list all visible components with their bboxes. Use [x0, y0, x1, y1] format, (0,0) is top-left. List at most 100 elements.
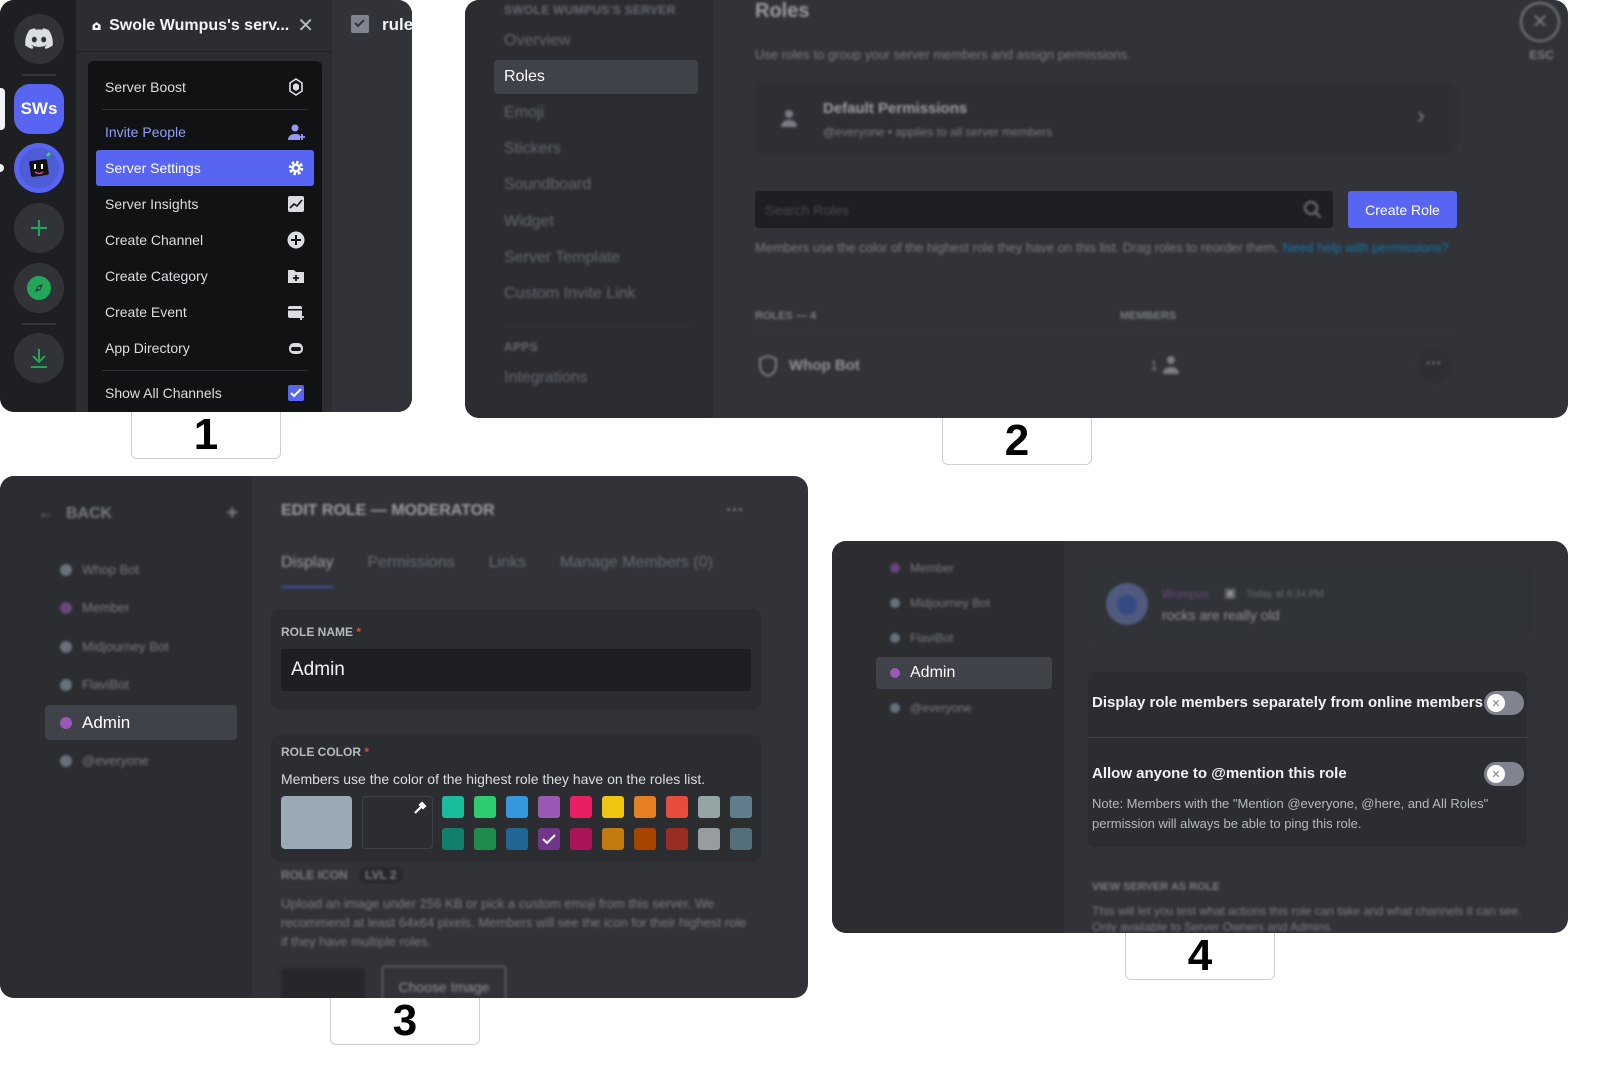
message-preview: Wumpus ▣ Today at 6:34 PM rocks are real…: [1088, 565, 1527, 653]
role-item-admin[interactable]: Admin: [45, 705, 237, 740]
custom-color-picker[interactable]: [362, 796, 433, 849]
server-icon-sws[interactable]: SWs: [14, 84, 64, 134]
color-swatch[interactable]: [538, 796, 560, 818]
sidebar-item-custom-invite-link[interactable]: Custom Invite Link: [494, 277, 698, 311]
sidebar-item-server-template[interactable]: Server Template: [494, 241, 698, 275]
server-rail: SWs: [0, 0, 76, 412]
default-permissions-card[interactable]: Default Permissions @everyone • applies …: [755, 82, 1455, 154]
tab-manage-members[interactable]: Manage Members (0): [560, 554, 713, 588]
role-name: Member: [82, 600, 130, 615]
add-role-icon[interactable]: +: [226, 502, 238, 525]
role-color-dot: [890, 668, 900, 678]
color-swatch[interactable]: [570, 828, 592, 850]
color-swatch[interactable]: [666, 796, 688, 818]
color-swatch[interactable]: [442, 828, 464, 850]
sidebar-item-integrations[interactable]: Integrations: [494, 361, 698, 395]
back-button[interactable]: ← BACK +: [38, 502, 238, 525]
menu-item-server-settings[interactable]: Server Settings: [96, 150, 314, 186]
menu-item-show-all-channels[interactable]: Show All Channels: [96, 375, 314, 411]
help-link[interactable]: Need help with permissions?: [1283, 240, 1449, 255]
add-server-button[interactable]: [14, 203, 64, 253]
role-item-admin[interactable]: Admin: [876, 657, 1052, 689]
role-name-input[interactable]: Admin: [281, 649, 751, 691]
sidebar-item-roles[interactable]: Roles: [494, 60, 698, 94]
color-swatch[interactable]: [570, 796, 592, 818]
role-item-midjourney-bot[interactable]: Midjourney Bot: [45, 629, 237, 664]
role-item-whop-bot[interactable]: Whop Bot: [45, 552, 237, 587]
tab-links[interactable]: Links: [489, 554, 526, 588]
color-swatch[interactable]: [538, 828, 560, 850]
required-asterisk: *: [364, 745, 370, 759]
server-header[interactable]: Swole Wumpus's serv... ✕: [76, 0, 332, 52]
explore-button[interactable]: [14, 263, 64, 313]
table-row[interactable]: Whop Bot 1 ···: [755, 345, 1455, 387]
required-asterisk: *: [356, 625, 362, 639]
menu-item-server-boost[interactable]: Server Boost: [96, 69, 314, 105]
menu-item-create-event[interactable]: Create Event: [96, 294, 314, 330]
menu-item-label: Server Settings: [105, 160, 201, 176]
close-settings-icon[interactable]: ✕: [1520, 2, 1560, 42]
color-swatch[interactable]: [698, 828, 720, 850]
sidebar-item-stickers[interactable]: Stickers: [494, 132, 698, 166]
plus-circle-icon: [287, 231, 305, 249]
create-role-button[interactable]: Create Role: [1348, 191, 1457, 228]
sidebar-item-soundboard[interactable]: Soundboard: [494, 168, 698, 202]
color-swatch[interactable]: [730, 828, 752, 850]
more-options-icon[interactable]: ···: [726, 500, 744, 521]
mention-toggle[interactable]: ✕: [1484, 762, 1524, 786]
search-icon: [1304, 200, 1322, 218]
color-swatch[interactable]: [506, 796, 528, 818]
role-item-flavibot[interactable]: FlaviBot: [876, 622, 1052, 654]
more-options-icon[interactable]: ···: [1417, 349, 1451, 383]
tab-display[interactable]: Display: [281, 554, 334, 588]
menu-item-create-channel[interactable]: Create Channel: [96, 222, 314, 258]
role-item-flavibot[interactable]: FlaviBot: [45, 667, 237, 702]
color-swatch[interactable]: [666, 828, 688, 850]
sidebar-item-widget[interactable]: Widget: [494, 205, 698, 239]
close-menu-icon[interactable]: ✕: [297, 13, 314, 38]
discord-home-button[interactable]: [14, 14, 64, 64]
color-swatch[interactable]: [602, 828, 624, 850]
color-swatch[interactable]: [474, 796, 496, 818]
options-divider: [1088, 737, 1527, 738]
tab-permissions[interactable]: Permissions: [367, 554, 454, 588]
preview-timestamp: Today at 6:34 PM: [1246, 589, 1324, 600]
sidebar-item-emoji[interactable]: Emoji: [494, 96, 698, 130]
color-swatch[interactable]: [730, 796, 752, 818]
menu-item-invite-people[interactable]: Invite People: [96, 114, 314, 150]
hint-text: Members use the color of the highest rol…: [755, 240, 1279, 255]
menu-item-app-directory[interactable]: App Directory: [96, 330, 314, 366]
role-item-member[interactable]: Member: [45, 590, 237, 625]
menu-item-server-insights[interactable]: Server Insights: [96, 186, 314, 222]
sidebar-item-overview[interactable]: Overview: [494, 24, 698, 58]
server-icon-bot[interactable]: [14, 143, 64, 193]
label-text: ROLE COLOR: [281, 745, 361, 759]
color-swatch[interactable]: [602, 796, 624, 818]
server-settings-roles-panel: SWOLE WUMPUS'S SERVER Overview Roles Emo…: [465, 0, 1568, 418]
role-item-everyone[interactable]: @everyone: [45, 743, 237, 778]
role-color-dot: [60, 563, 72, 576]
role-item-everyone[interactable]: @everyone: [876, 692, 1052, 724]
menu-item-create-category[interactable]: Create Category: [96, 258, 314, 294]
role-color-card: ROLE COLOR * Members use the color of th…: [271, 735, 761, 862]
color-swatch[interactable]: [634, 796, 656, 818]
discord-logo-icon: [25, 28, 53, 49]
role-item-member[interactable]: Member: [876, 552, 1052, 584]
color-swatch[interactable]: [634, 828, 656, 850]
channel-area: rule: [332, 0, 412, 412]
display-separately-label: Display role members separately from onl…: [1092, 694, 1483, 711]
menu-item-label: Invite People: [105, 124, 186, 140]
color-swatch[interactable]: [474, 828, 496, 850]
default-color-swatch[interactable]: [281, 796, 352, 849]
choose-image-button[interactable]: Choose Image: [382, 966, 506, 998]
server-name: Swole Wumpus's serv...: [109, 16, 290, 34]
color-swatch[interactable]: [442, 796, 464, 818]
download-apps-button[interactable]: [14, 333, 64, 383]
display-separately-toggle[interactable]: ✕: [1484, 691, 1524, 715]
checkbox-checked-icon[interactable]: [287, 384, 305, 402]
search-roles-input[interactable]: Search Roles: [755, 191, 1333, 228]
color-swatch[interactable]: [698, 796, 720, 818]
color-swatch[interactable]: [506, 828, 528, 850]
role-item-midjourney-bot[interactable]: Midjourney Bot: [876, 587, 1052, 619]
channel-tab[interactable]: rule: [350, 14, 412, 36]
